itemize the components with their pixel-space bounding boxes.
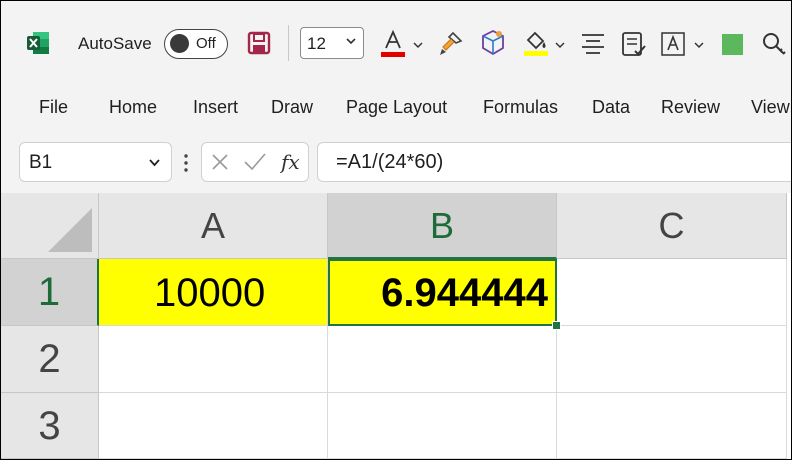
fill-handle[interactable] (552, 321, 561, 330)
search-icon[interactable] (761, 29, 789, 59)
tab-page-layout[interactable]: Page Layout (346, 97, 447, 118)
name-box[interactable]: B1 (19, 142, 172, 182)
autosave-toggle[interactable]: Off (164, 29, 228, 59)
column-header-a[interactable]: A (99, 193, 328, 259)
chevron-down-icon[interactable] (148, 156, 161, 169)
cell-b1-value: 6.944444 (381, 271, 548, 315)
column-header-b[interactable]: B (328, 193, 557, 259)
chevron-down-icon[interactable] (693, 39, 705, 51)
font-color-icon[interactable] (379, 29, 407, 59)
more-options-icon[interactable] (184, 153, 188, 173)
chevron-down-icon[interactable] (554, 39, 566, 51)
tab-insert[interactable]: Insert (193, 97, 238, 118)
formula-bar: B1 fx =A1/(24*60) (1, 131, 791, 193)
tab-data[interactable]: Data (592, 97, 630, 118)
cell-b3[interactable] (328, 393, 557, 459)
cell-a1-value: 10000 (154, 271, 266, 315)
cell-c3[interactable] (557, 393, 787, 459)
insert-function-icon[interactable]: fx (280, 149, 304, 175)
align-icon[interactable] (579, 30, 607, 60)
chevron-down-icon (346, 38, 356, 45)
tab-formulas[interactable]: Formulas (483, 97, 558, 118)
formula-controls: fx (201, 142, 309, 182)
cell-c1[interactable] (557, 259, 787, 326)
fill-color-icon[interactable] (522, 28, 550, 58)
row-header-3[interactable]: 3 (1, 393, 99, 459)
excel-logo-icon (27, 32, 49, 54)
select-all-triangle-icon (48, 208, 92, 252)
svg-text:fx: fx (280, 150, 300, 174)
checklist-icon[interactable] (620, 29, 648, 59)
tab-review[interactable]: Review (661, 97, 720, 118)
chevron-down-icon[interactable] (412, 39, 424, 51)
cell-a2[interactable] (99, 326, 328, 393)
enter-check-icon[interactable] (243, 152, 267, 172)
green-square-icon[interactable] (719, 29, 747, 59)
ribbon-tabs: File Home Insert Draw Page Layout Formul… (1, 85, 791, 131)
save-icon[interactable] (246, 30, 272, 56)
3d-model-icon[interactable] (479, 28, 507, 58)
tab-view[interactable]: View (751, 97, 790, 118)
formula-text: =A1/(24*60) (336, 151, 444, 173)
cell-a3[interactable] (99, 393, 328, 459)
font-size-select[interactable]: 12 (300, 27, 364, 59)
row-header-1[interactable]: 1 (1, 259, 99, 326)
toggle-knob (170, 34, 189, 53)
cell-c2[interactable] (557, 326, 787, 393)
tab-file[interactable]: File (39, 97, 68, 118)
cell-b2[interactable] (328, 326, 557, 393)
name-box-value: B1 (29, 152, 53, 173)
format-painter-icon[interactable] (437, 29, 465, 59)
cancel-icon[interactable] (211, 153, 229, 171)
cell-b1[interactable]: 6.944444 (328, 259, 557, 326)
worksheet-grid: A B C 1 2 3 10000 6.944444 (1, 193, 791, 459)
text-box-icon[interactable] (659, 29, 687, 59)
formula-input[interactable]: =A1/(24*60) (317, 142, 791, 182)
font-size-value: 12 (307, 34, 326, 53)
autosave-state: Off (196, 35, 216, 52)
excel-window: AutoSave Off 12 File Home Insert Draw Pa… (0, 0, 792, 460)
autosave-label: AutoSave (78, 34, 152, 53)
toolbar-divider (288, 25, 289, 61)
tab-home[interactable]: Home (109, 97, 157, 118)
row-header-2[interactable]: 2 (1, 326, 99, 393)
cell-a1[interactable]: 10000 (99, 259, 328, 326)
select-all-button[interactable] (1, 193, 99, 259)
quick-access-toolbar: AutoSave Off 12 (1, 1, 791, 85)
column-header-c[interactable]: C (557, 193, 787, 259)
tab-draw[interactable]: Draw (271, 97, 313, 118)
